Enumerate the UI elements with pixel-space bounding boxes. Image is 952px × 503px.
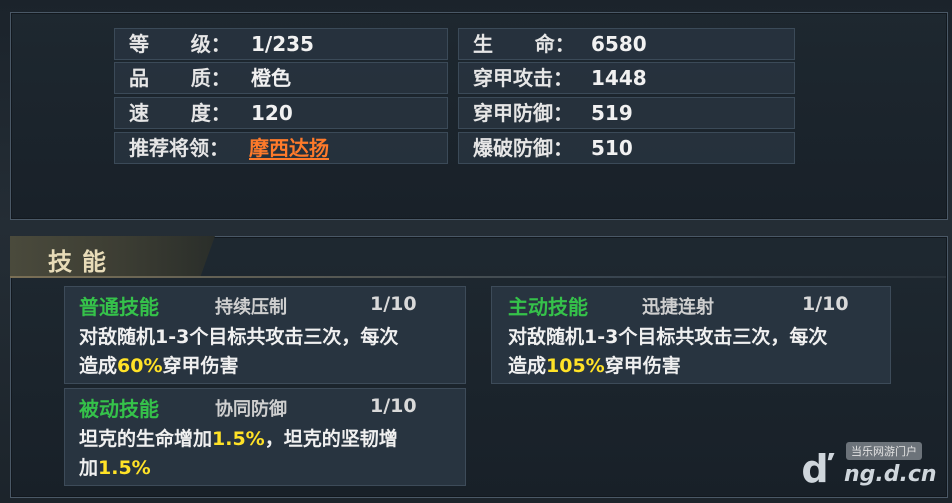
stat-label: 速 度： [129, 101, 231, 125]
skill-type-label: 被动技能 [79, 397, 159, 421]
d-logo-icon: ď [801, 447, 829, 491]
skill-type-label: 普通技能 [79, 295, 159, 319]
stat-label: 穿甲攻击： [473, 66, 573, 90]
skill-value-highlight: 60% [117, 355, 163, 377]
stat-row-speed: 速 度： 120 [114, 97, 448, 129]
skill-card-active[interactable]: 主动技能 迅捷连射 1/10 对敌随机1-3个目标共攻击三次，每次 造成105%… [491, 286, 891, 384]
stat-value: 1/235 [251, 32, 314, 56]
skill-name: 协同防御 [215, 399, 287, 420]
stat-value: 橙色 [251, 66, 291, 90]
skill-value-highlight: 105% [546, 355, 605, 377]
skill-desc-line: 加1.5% [79, 457, 151, 479]
skill-level: 1/10 [802, 293, 849, 315]
stat-row-hp: 生 命： 6580 [458, 28, 795, 60]
stat-value: 120 [251, 101, 293, 125]
stat-row-pierce-attack: 穿甲攻击： 1448 [458, 62, 795, 94]
skill-card-passive[interactable]: 被动技能 协同防御 1/10 坦克的生命增加1.5%，坦克的坚韧增 加1.5% [64, 388, 466, 486]
skill-desc-line: 对敌随机1-3个目标共攻击三次，每次 [79, 326, 399, 348]
skill-level: 1/10 [370, 293, 417, 315]
section-divider [10, 276, 946, 278]
skill-name: 迅捷连射 [642, 297, 714, 318]
skill-name: 持续压制 [215, 297, 287, 318]
skill-description: 坦克的生命增加1.5%，坦克的坚韧增 加1.5% [79, 425, 459, 483]
stat-row-level: 等 级： 1/235 [114, 28, 448, 60]
stat-row-quality: 品 质： 橙色 [114, 62, 448, 94]
stat-row-recommended-general: 推荐将领： 摩西达扬 [114, 132, 448, 164]
skill-description: 对敌随机1-3个目标共攻击三次，每次 造成105%穿甲伤害 [508, 323, 886, 381]
stat-value: 519 [591, 101, 633, 125]
site-watermark: ď 当乐网游门户 ng.d.cn [800, 440, 945, 498]
skill-level: 1/10 [370, 395, 417, 417]
skill-value-highlight: 1.5% [212, 428, 265, 450]
stat-value: 6580 [591, 32, 647, 56]
skill-desc-line: 造成105%穿甲伤害 [508, 355, 681, 377]
stat-label: 品 质： [129, 66, 231, 90]
stat-row-pierce-defense: 穿甲防御： 519 [458, 97, 795, 129]
watermark-site: ng.d.cn [844, 462, 937, 487]
skill-desc-line: 坦克的生命增加1.5%，坦克的坚韧增 [79, 428, 398, 450]
skill-value-highlight: 1.5% [98, 457, 151, 479]
stat-value: 510 [591, 136, 633, 160]
recommended-general-link[interactable]: 摩西达扬 [249, 133, 329, 163]
stat-value: 1448 [591, 66, 647, 90]
skill-card-normal[interactable]: 普通技能 持续压制 1/10 对敌随机1-3个目标共攻击三次，每次 造成60%穿… [64, 286, 466, 384]
stat-row-blast-defense: 爆破防御： 510 [458, 132, 795, 164]
skill-type-label: 主动技能 [508, 295, 588, 319]
skills-section-title: 技能 [48, 248, 116, 276]
stat-label: 穿甲防御： [473, 101, 573, 125]
skill-description: 对敌随机1-3个目标共攻击三次，每次 造成60%穿甲伤害 [79, 323, 459, 381]
stat-label: 推荐将领： [129, 136, 229, 160]
stat-label: 爆破防御： [473, 136, 573, 160]
stat-label: 等 级： [129, 32, 231, 56]
skill-desc-line: 造成60%穿甲伤害 [79, 355, 239, 377]
skill-desc-line: 对敌随机1-3个目标共攻击三次，每次 [508, 326, 828, 348]
stat-label: 生 命： [473, 32, 575, 56]
watermark-tag: 当乐网游门户 [846, 442, 922, 460]
